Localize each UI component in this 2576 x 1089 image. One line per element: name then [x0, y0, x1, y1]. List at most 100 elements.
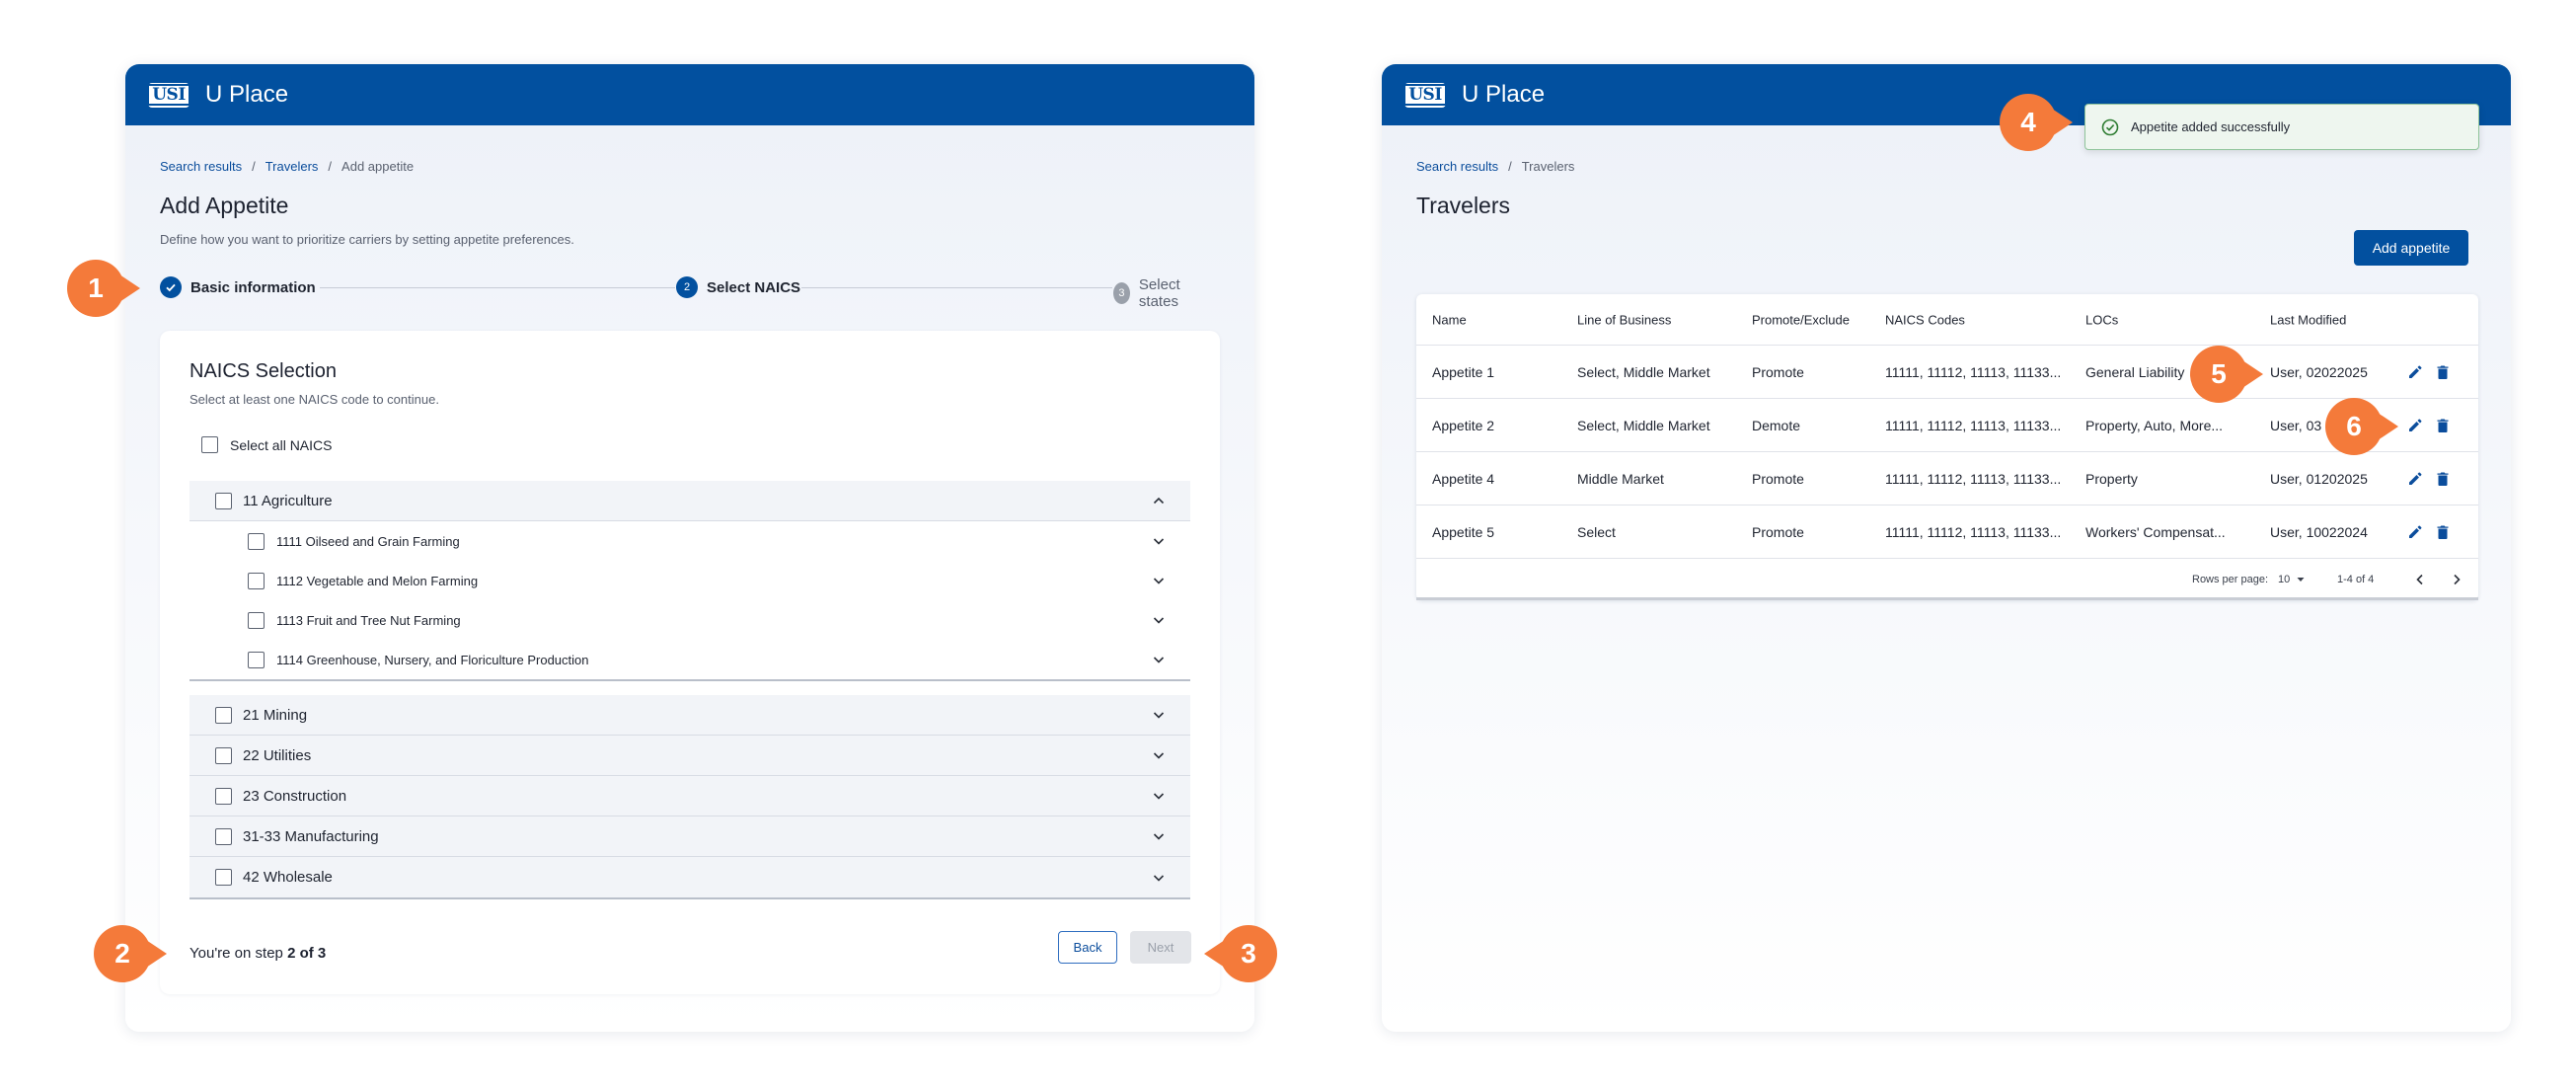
naics-checkbox[interactable]	[215, 827, 232, 845]
naics-group-row[interactable]: 23 Construction	[189, 776, 1190, 817]
chevron-down-icon[interactable]	[1151, 652, 1167, 667]
breadcrumb-travelers[interactable]: Travelers	[265, 159, 319, 174]
table-row[interactable]: Appetite 4 Middle Market Promote 11111, …	[1416, 452, 2478, 506]
step-basic-information[interactable]: Basic information	[160, 276, 316, 298]
select-all-checkbox[interactable]	[201, 436, 218, 453]
column-header[interactable]: Name	[1432, 312, 1467, 327]
cell-naics: 11111, 11112, 11113, 11133...	[1885, 470, 2062, 487]
naics-checkbox[interactable]	[215, 869, 232, 886]
naics-sub-row[interactable]: 1111 Oilseed and Grain Farming	[189, 521, 1190, 561]
column-header[interactable]: Line of Business	[1577, 312, 1671, 327]
naics-group-label: 21 Mining	[243, 706, 308, 724]
naics-group-label: 11 Agriculture	[243, 492, 333, 509]
naics-groups-collapsed: 21 Mining 22 Utilities 23 Construction 3…	[189, 695, 1190, 899]
naics-checkbox[interactable]	[215, 787, 232, 805]
delete-icon[interactable]	[2434, 523, 2452, 541]
select-all-naics[interactable]: Select all NAICS	[201, 436, 332, 453]
naics-group-label: 23 Construction	[243, 787, 347, 805]
chevron-down-icon[interactable]	[1151, 612, 1167, 628]
page-title: Add Appetite	[160, 193, 289, 218]
step-label: Basic information	[190, 278, 316, 296]
cell-lob: Select	[1577, 523, 1616, 540]
naics-checkbox[interactable]	[215, 492, 232, 509]
naics-sub-row[interactable]: 1114 Greenhouse, Nursery, and Floricultu…	[189, 640, 1190, 679]
naics-checkbox[interactable]	[215, 746, 232, 764]
marker-5: 5	[2190, 346, 2263, 403]
chevron-down-icon[interactable]	[1151, 788, 1167, 804]
column-header[interactable]: Promote/Exclude	[1752, 312, 1850, 327]
naics-checkbox[interactable]	[248, 572, 265, 589]
edit-icon[interactable]	[2406, 523, 2424, 541]
naics-checkbox[interactable]	[248, 611, 265, 629]
chevron-down-icon[interactable]	[1151, 747, 1167, 763]
appetites-table: Name Line of Business Promote/Exclude NA…	[1416, 294, 2478, 600]
usi-logo[interactable]: USI	[1403, 82, 1447, 108]
cell-promote: Promote	[1752, 523, 1804, 540]
naics-group-expanded: 11 Agriculture 1111 Oilseed and Grain Fa…	[189, 481, 1190, 681]
naics-group-row[interactable]: 31-33 Manufacturing	[189, 817, 1190, 857]
naics-checkbox[interactable]	[248, 532, 265, 550]
naics-sub-row[interactable]: 1113 Fruit and Tree Nut Farming	[189, 600, 1190, 640]
naics-group-row[interactable]: 22 Utilities	[189, 736, 1190, 776]
naics-group-row[interactable]: 11 Agriculture	[189, 481, 1190, 521]
cell-modified: User, 03	[2270, 417, 2322, 433]
next-button[interactable]: Next	[1130, 931, 1191, 964]
chevron-left-icon[interactable]	[2413, 573, 2427, 586]
cell-name: Appetite 1	[1432, 363, 1495, 380]
travelers-panel: USI U Place Search results / Travelers T…	[1382, 64, 2511, 1032]
naics-group-row[interactable]: 21 Mining	[189, 695, 1190, 736]
rows-per-page-select[interactable]: 10	[2278, 574, 2306, 585]
marker-number: 5	[2211, 358, 2227, 389]
column-header[interactable]: LOCs	[2085, 312, 2118, 327]
chevron-down-icon[interactable]	[1151, 828, 1167, 844]
chevron-up-icon[interactable]	[1151, 493, 1167, 508]
app-title: U Place	[1462, 81, 1546, 108]
chevron-down-icon[interactable]	[1151, 573, 1167, 588]
cell-promote: Promote	[1752, 470, 1804, 487]
step-value: 2 of 3	[287, 945, 327, 962]
add-appetite-button[interactable]: Add appetite	[2354, 230, 2468, 266]
step-select-naics[interactable]: 2 Select NAICS	[676, 276, 800, 298]
back-button[interactable]: Back	[1058, 931, 1117, 964]
check-icon	[160, 276, 182, 298]
chevron-down-icon[interactable]	[1151, 533, 1167, 549]
naics-group-row[interactable]: 42 Wholesale	[189, 857, 1190, 897]
naics-sub-label: 1111 Oilseed and Grain Farming	[276, 533, 460, 549]
cell-locs: General Liability	[2085, 363, 2185, 380]
table-row[interactable]: Appetite 5 Select Promote 11111, 11112, …	[1416, 506, 2478, 559]
chevron-down-icon[interactable]	[1151, 870, 1167, 886]
cell-locs: Workers' Compensat...	[2085, 523, 2226, 540]
chevron-down-icon[interactable]	[1151, 707, 1167, 723]
naics-checkbox[interactable]	[215, 706, 232, 724]
delete-icon[interactable]	[2434, 363, 2452, 381]
cell-naics: 11111, 11112, 11113, 11133...	[1885, 523, 2062, 540]
marker-1: 1	[67, 260, 140, 317]
breadcrumb-separator: /	[252, 159, 256, 174]
breadcrumb-current: Add appetite	[341, 159, 415, 174]
usi-logo[interactable]: USI	[147, 82, 190, 108]
delete-icon[interactable]	[2434, 417, 2452, 434]
naics-sub-label: 1114 Greenhouse, Nursery, and Floricultu…	[276, 652, 589, 667]
delete-icon[interactable]	[2434, 470, 2452, 488]
edit-icon[interactable]	[2406, 470, 2424, 488]
naics-checkbox[interactable]	[248, 651, 265, 668]
column-header[interactable]: NAICS Codes	[1885, 312, 1965, 327]
rows-per-page-label: Rows per page:	[2192, 573, 2269, 585]
marker-number: 2	[114, 938, 130, 969]
edit-icon[interactable]	[2406, 417, 2424, 434]
chevron-right-icon[interactable]	[2450, 573, 2463, 586]
column-header[interactable]: Last Modified	[2270, 312, 2346, 327]
breadcrumb-separator: /	[328, 159, 333, 174]
naics-sub-row[interactable]: 1112 Vegetable and Melon Farming	[189, 561, 1190, 600]
check-circle-icon	[2101, 118, 2119, 135]
table-row[interactable]: Appetite 2 Select, Middle Market Demote …	[1416, 399, 2478, 452]
marker-number: 4	[2020, 107, 2036, 137]
cell-naics: 11111, 11112, 11113, 11133...	[1885, 417, 2062, 433]
breadcrumb-search-results[interactable]: Search results	[160, 159, 242, 174]
breadcrumb-search-results[interactable]: Search results	[1416, 159, 1498, 174]
step-select-states[interactable]: 3 Select states	[1113, 276, 1204, 310]
cell-lob: Middle Market	[1577, 470, 1664, 487]
table-row[interactable]: Appetite 1 Select, Middle Market Promote…	[1416, 346, 2478, 399]
naics-title: NAICS Selection	[189, 360, 337, 382]
edit-icon[interactable]	[2406, 363, 2424, 381]
